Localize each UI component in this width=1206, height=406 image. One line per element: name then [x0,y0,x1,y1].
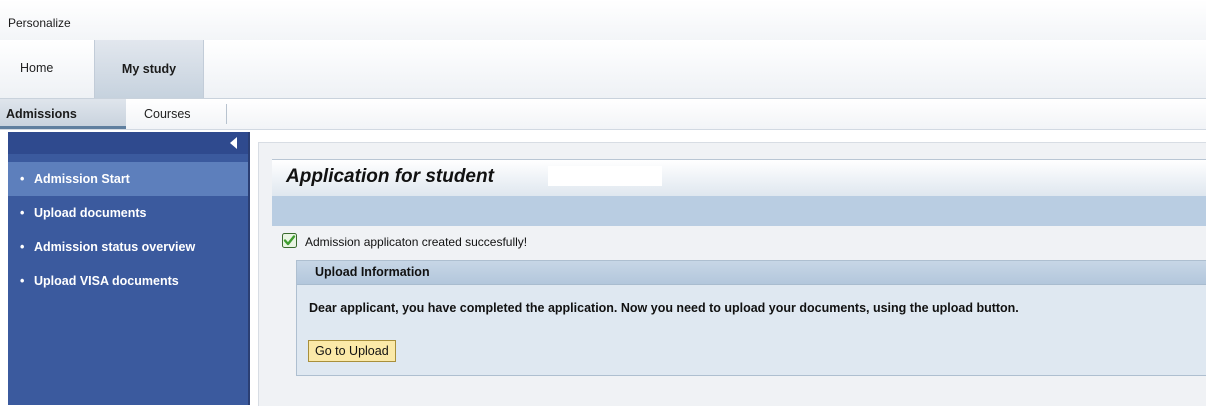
upload-information-panel: Upload Information Dear applicant, you h… [296,260,1206,376]
sidebar: • Admission Start • Upload documents • Admi… [8,132,250,405]
page-title-bar: Application for student [272,159,1206,197]
subtab-admissions[interactable]: Admissions [0,99,126,129]
sidebar-item-upload-documents[interactable]: • Upload documents [8,196,248,230]
success-message-row: Admission applicaton created succesfully… [272,230,1206,254]
triangle-left-icon[interactable] [230,137,238,152]
tab-home[interactable]: Home [8,40,92,98]
upload-panel-title: Upload Information [315,265,430,279]
go-to-upload-button[interactable]: Go to Upload [308,340,396,362]
bullet-icon: • [20,172,25,186]
sidebar-item-label: Upload VISA documents [34,274,179,288]
bullet-icon: • [20,274,25,288]
sidebar-item-admission-status-overview[interactable]: • Admission status overview [8,230,248,264]
page-title: Application for student [286,166,494,187]
bullet-icon: • [20,240,25,254]
personalize-bar: Personalize [0,0,1206,41]
tab-my-study[interactable]: My study [94,40,204,98]
title-sub-bar [272,196,1206,226]
success-message: Admission applicaton created succesfully… [305,235,528,249]
bullet-icon: • [20,206,25,220]
sidebar-item-label: Admission Start [34,172,130,186]
top-navigation-tabs: Home My study [0,40,1206,99]
upload-description: Dear applicant, you have completed the a… [309,301,1019,315]
checkbox-checked-icon [282,233,297,251]
sub-navigation-tabs: Admissions Courses [0,99,1206,130]
sidebar-item-admission-start[interactable]: • Admission Start [8,162,248,196]
personalize-link[interactable]: Personalize [8,16,71,30]
sidebar-collapse-bar [8,132,248,154]
sidebar-item-upload-visa-documents[interactable]: • Upload VISA documents [8,264,248,298]
sidebar-item-label: Upload documents [34,206,147,220]
upload-panel-header: Upload Information [297,261,1206,285]
student-name-redacted [548,166,662,186]
sidebar-item-label: Admission status overview [34,240,196,254]
subtab-courses[interactable]: Courses [136,104,227,124]
